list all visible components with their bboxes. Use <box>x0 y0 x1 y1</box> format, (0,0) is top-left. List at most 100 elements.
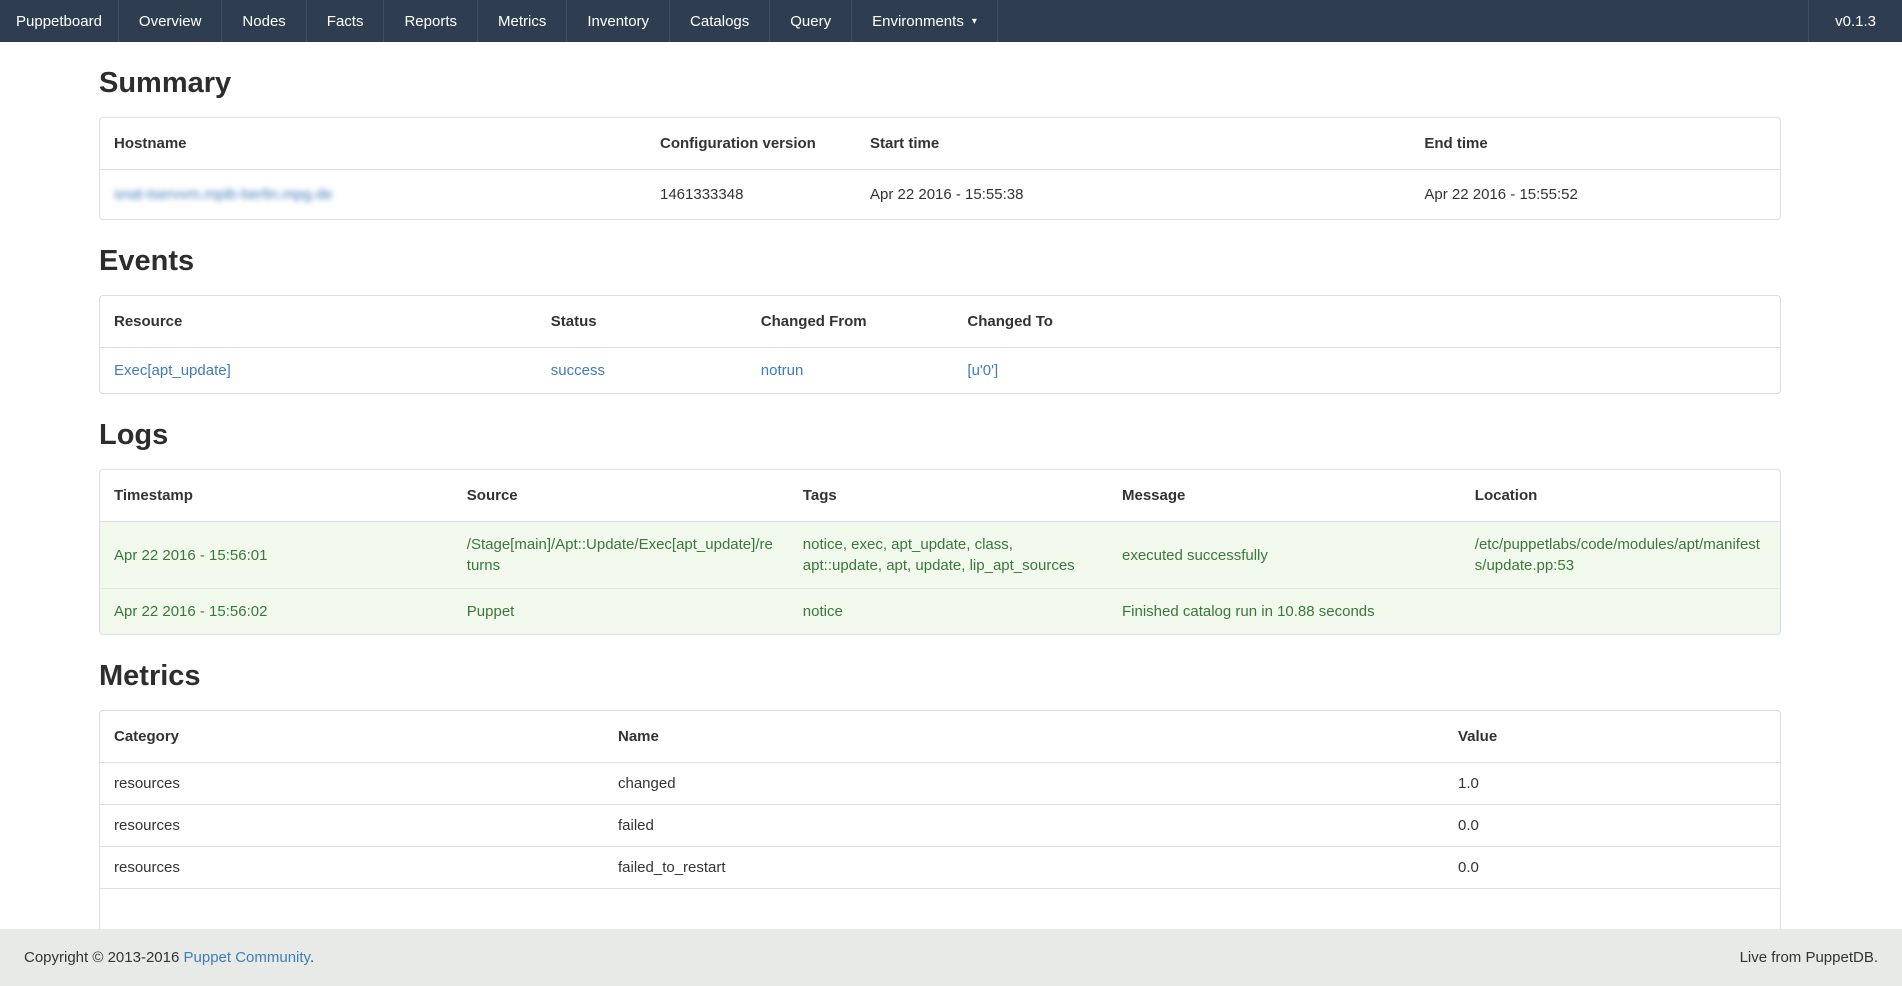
changed-to-cell: [u'0'] <box>953 347 1780 393</box>
summary-panel: Hostname Configuration version Start tim… <box>99 117 1781 220</box>
summary-table: Hostname Configuration version Start tim… <box>100 118 1780 219</box>
nav-item-nodes[interactable]: Nodes <box>222 0 306 42</box>
column-header-config-version: Configuration version <box>646 118 856 169</box>
navbar-spacer <box>998 0 1809 42</box>
environments-dropdown[interactable]: Environments ▾ <box>852 0 998 42</box>
end-time-cell: Apr 22 2016 - 15:55:52 <box>1410 169 1780 219</box>
log-timestamp-cell: Apr 22 2016 - 15:56:02 <box>100 588 453 634</box>
footer-copyright: Copyright © 2013-2016 Puppet Community. <box>24 949 314 966</box>
log-source-cell: /Stage[main]/Apt::Update/Exec[apt_update… <box>453 521 789 588</box>
status-link[interactable]: success <box>551 362 605 379</box>
metric-category-cell: resources <box>100 804 604 846</box>
events-panel: Resource Status Changed From Changed To … <box>99 295 1781 394</box>
column-header-hostname: Hostname <box>100 118 646 169</box>
metric-category-cell: resources <box>100 846 604 888</box>
column-header-source: Source <box>453 470 789 521</box>
metrics-section-title: Metrics <box>99 660 1781 693</box>
metric-row: resources changed 1.0 <box>100 762 1780 804</box>
metric-value-cell: 0.0 <box>1444 846 1780 888</box>
brand-label: Puppetboard <box>16 13 102 30</box>
nav-item-label: Overview <box>139 13 202 30</box>
events-section-title: Events <box>99 245 1781 278</box>
nav-item-label: Catalogs <box>690 13 749 30</box>
log-location-cell: /etc/puppetlabs/code/modules/apt/manifes… <box>1461 521 1780 588</box>
column-header-changed-from: Changed From <box>747 296 954 347</box>
page-footer: Copyright © 2013-2016 Puppet Community. … <box>0 929 1902 986</box>
resource-link[interactable]: Exec[apt_update] <box>114 362 231 379</box>
copyright-text: Copyright © 2013-2016 <box>24 949 184 966</box>
column-header-name: Name <box>604 711 1444 762</box>
column-header-status: Status <box>537 296 747 347</box>
metric-category-cell: resources <box>100 762 604 804</box>
top-navbar: Puppetboard Overview Nodes Facts Reports… <box>0 0 1902 42</box>
metric-value-cell: 0.0 <box>1444 804 1780 846</box>
events-header-row: Resource Status Changed From Changed To <box>100 296 1780 347</box>
copyright-period: . <box>310 949 314 966</box>
metric-name-cell: changed <box>604 762 1444 804</box>
resource-cell: Exec[apt_update] <box>100 347 537 393</box>
environments-dropdown-label: Environments <box>872 13 964 30</box>
logs-header-row: Timestamp Source Tags Message Location <box>100 470 1780 521</box>
column-header-changed-to: Changed To <box>953 296 1780 347</box>
nav-item-label: Facts <box>327 13 364 30</box>
nav-item-metrics[interactable]: Metrics <box>478 0 567 42</box>
caret-down-icon: ▾ <box>972 17 977 27</box>
status-cell: success <box>537 347 747 393</box>
nav-item-facts[interactable]: Facts <box>307 0 385 42</box>
hostname-link-redacted[interactable]: snat-tservvm.mpib-berlin.mpg.de <box>114 186 332 203</box>
column-header-tags: Tags <box>789 470 1108 521</box>
metric-value-cell: 1.0 <box>1444 762 1780 804</box>
log-row: Apr 22 2016 - 15:56:01 /Stage[main]/Apt:… <box>100 521 1780 588</box>
column-header-category: Category <box>100 711 604 762</box>
live-from-puppetdb-label: Live from PuppetDB. <box>1740 949 1878 966</box>
nav-item-query[interactable]: Query <box>770 0 852 42</box>
log-location-cell <box>1461 588 1780 634</box>
version-label: v0.1.3 <box>1809 0 1902 42</box>
nav-item-label: Inventory <box>587 13 649 30</box>
events-table: Resource Status Changed From Changed To … <box>100 296 1780 393</box>
puppet-community-link[interactable]: Puppet Community <box>184 949 310 966</box>
summary-section-title: Summary <box>99 67 1781 100</box>
nav-item-inventory[interactable]: Inventory <box>567 0 670 42</box>
column-header-end-time: End time <box>1410 118 1780 169</box>
column-header-timestamp: Timestamp <box>100 470 453 521</box>
changed-to-link[interactable]: [u'0'] <box>967 362 998 379</box>
log-row: Apr 22 2016 - 15:56:02 Puppet notice Fin… <box>100 588 1780 634</box>
nav-item-label: Nodes <box>242 13 285 30</box>
column-header-message: Message <box>1108 470 1461 521</box>
metric-row: resources failed 0.0 <box>100 804 1780 846</box>
column-header-resource: Resource <box>100 296 537 347</box>
column-header-location: Location <box>1461 470 1780 521</box>
logs-section-title: Logs <box>99 419 1781 452</box>
log-timestamp-cell: Apr 22 2016 - 15:56:01 <box>100 521 453 588</box>
metrics-header-row: Category Name Value <box>100 711 1780 762</box>
nav-item-label: Query <box>790 13 831 30</box>
nav-item-catalogs[interactable]: Catalogs <box>670 0 770 42</box>
event-row: Exec[apt_update] success notrun [u'0'] <box>100 347 1780 393</box>
log-tags-cell: notice, exec, apt_update, class, apt::up… <box>789 521 1108 588</box>
log-tags-cell: notice <box>789 588 1108 634</box>
changed-from-link[interactable]: notrun <box>761 362 804 379</box>
log-source-cell: Puppet <box>453 588 789 634</box>
nav-item-label: Reports <box>404 13 457 30</box>
version-text: v0.1.3 <box>1835 13 1876 30</box>
metric-name-cell: failed_to_restart <box>604 846 1444 888</box>
logs-table: Timestamp Source Tags Message Location A… <box>100 470 1780 634</box>
start-time-cell: Apr 22 2016 - 15:55:38 <box>856 169 1410 219</box>
nav-item-overview[interactable]: Overview <box>119 0 223 42</box>
summary-header-row: Hostname Configuration version Start tim… <box>100 118 1780 169</box>
log-message-cell: Finished catalog run in 10.88 seconds <box>1108 588 1461 634</box>
config-version-cell: 1461333348 <box>646 169 856 219</box>
metric-row: resources failed_to_restart 0.0 <box>100 846 1780 888</box>
hostname-cell: snat-tservvm.mpib-berlin.mpg.de <box>100 169 646 219</box>
changed-from-cell: notrun <box>747 347 954 393</box>
logs-panel: Timestamp Source Tags Message Location A… <box>99 469 1781 635</box>
column-header-start-time: Start time <box>856 118 1410 169</box>
brand-puppetboard[interactable]: Puppetboard <box>0 0 119 42</box>
metric-name-cell: failed <box>604 804 1444 846</box>
nav-item-reports[interactable]: Reports <box>384 0 478 42</box>
summary-row: snat-tservvm.mpib-berlin.mpg.de 14613333… <box>100 169 1780 219</box>
report-page: Summary Hostname Configuration version S… <box>99 67 1781 969</box>
column-header-value: Value <box>1444 711 1780 762</box>
log-message-cell: executed successfully <box>1108 521 1461 588</box>
